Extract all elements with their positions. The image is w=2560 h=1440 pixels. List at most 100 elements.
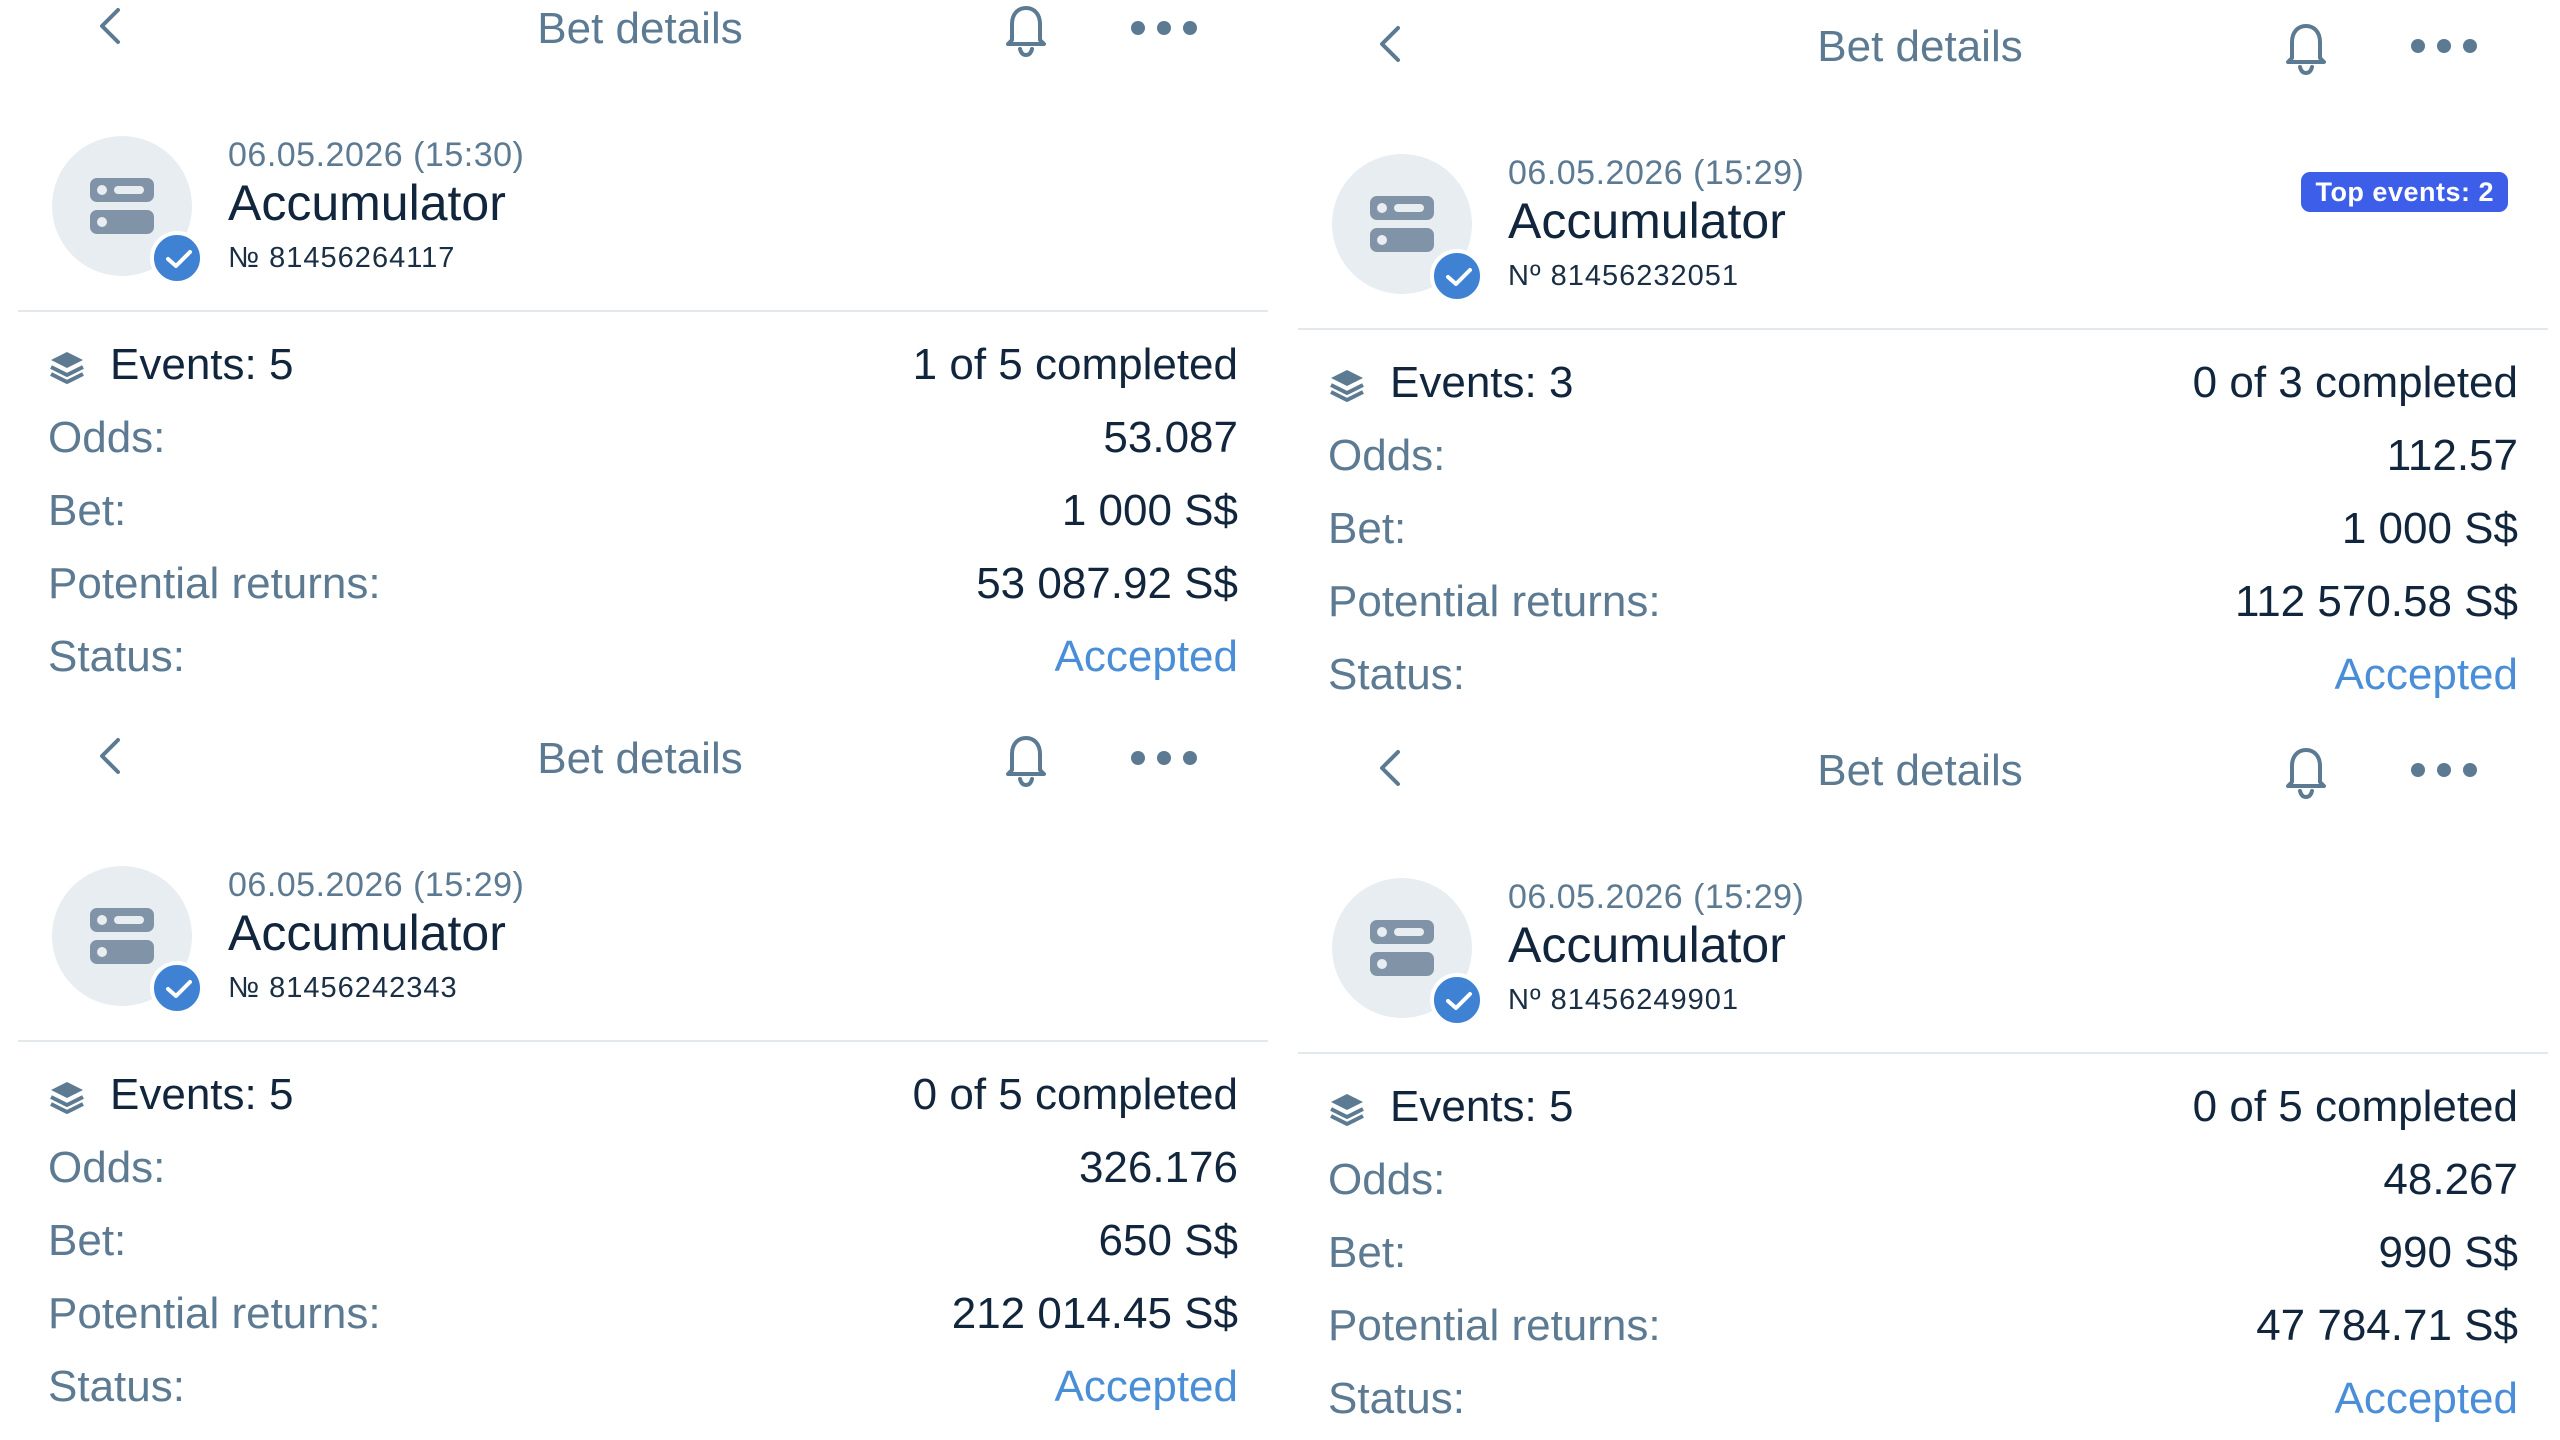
top-events-badge: Top events: 2: [2301, 172, 2508, 212]
chevron-left-icon[interactable]: [1370, 748, 1410, 788]
status-row: Status: Accepted: [48, 1362, 1238, 1422]
page-title: Bet details: [537, 4, 743, 53]
odds-value: 53.087: [1103, 413, 1238, 462]
bet-label: Bet:: [48, 486, 127, 535]
status-row: Status: Accepted: [1328, 650, 2518, 710]
events-row: Events: 5 1 of 5 completed: [48, 340, 1238, 400]
bet-type: Accumulator: [228, 175, 506, 231]
divider: [1298, 1052, 2548, 1054]
returns-row: Potential returns: 112 570.58 S$: [1328, 577, 2518, 637]
status-value: Accepted: [2334, 1374, 2518, 1423]
returns-label: Potential returns:: [1328, 577, 1661, 626]
returns-label: Potential returns:: [48, 559, 381, 608]
bet-date: 06.05.2026 (15:30): [228, 136, 525, 174]
page-title: Bet details: [1817, 22, 2023, 71]
events-label: Events: 5: [110, 340, 294, 389]
returns-value: 212 014.45 S$: [951, 1289, 1238, 1338]
events-row: Events: 5 0 of 5 completed: [48, 1070, 1238, 1130]
status-label: Status:: [1328, 650, 1465, 699]
bet-details-panel: Bet details 06.05.2026 (15:29) Accumulat…: [1280, 742, 2560, 1440]
chevron-left-icon[interactable]: [90, 736, 130, 776]
bet-details-panel: Bet details 06.05.2026 (15:30) Accumulat…: [0, 0, 1280, 720]
events-label: Events: 5: [1390, 1082, 1574, 1131]
layers-icon: [1330, 1094, 1364, 1126]
bet-details-panel: Bet details 06.05.2026 (15:29) Accumulat…: [0, 730, 1280, 1440]
bet-header: 06.05.2026 (15:29) Accumulator Nº 814562…: [1280, 148, 2560, 328]
events-label: Events: 5: [110, 1070, 294, 1119]
layers-icon: [1330, 370, 1364, 402]
returns-row: Potential returns: 53 087.92 S$: [48, 559, 1238, 619]
more-icon[interactable]: [1130, 18, 1198, 38]
bet-details-panel: Bet details 06.05.2026 (15:29) Accumulat…: [1280, 18, 2560, 738]
check-icon: [150, 961, 204, 1015]
bell-icon[interactable]: [2278, 742, 2334, 800]
more-icon[interactable]: [2410, 760, 2478, 780]
bet-value: 650 S$: [1098, 1216, 1238, 1265]
bell-icon[interactable]: [998, 0, 1054, 58]
bet-header: 06.05.2026 (15:29) Accumulator Nº 814562…: [1280, 872, 2560, 1052]
status-label: Status:: [1328, 1374, 1465, 1423]
odds-row: Odds: 326.176: [48, 1143, 1238, 1203]
bell-icon[interactable]: [2278, 18, 2334, 76]
top-bar: Bet details: [1280, 18, 2560, 88]
status-row: Status: Accepted: [1328, 1374, 2518, 1434]
bet-row: Bet: 650 S$: [48, 1216, 1238, 1276]
bet-type: Accumulator: [1508, 917, 1786, 973]
more-icon[interactable]: [1130, 748, 1198, 768]
odds-value: 326.176: [1078, 1143, 1238, 1192]
odds-label: Odds:: [48, 1143, 166, 1192]
odds-value: 112.57: [2386, 431, 2518, 480]
events-progress: 0 of 3 completed: [2192, 358, 2518, 407]
status-value: Accepted: [1054, 1362, 1238, 1411]
check-icon: [1430, 973, 1484, 1027]
returns-row: Potential returns: 47 784.71 S$: [1328, 1301, 2518, 1361]
bet-label: Bet:: [1328, 504, 1407, 553]
returns-value: 53 087.92 S$: [976, 559, 1238, 608]
bet-value: 990 S$: [2378, 1228, 2518, 1277]
bet-date: 06.05.2026 (15:29): [1508, 154, 1805, 192]
divider: [18, 1040, 1268, 1042]
status-value: Accepted: [1054, 632, 1238, 681]
odds-row: Odds: 112.57: [1328, 431, 2518, 491]
bet-row: Bet: 1 000 S$: [1328, 504, 2518, 564]
events-row: Events: 3 0 of 3 completed: [1328, 358, 2518, 418]
bet-number: Nº 81456249901: [1508, 984, 1740, 1016]
events-label: Events: 3: [1390, 358, 1574, 407]
divider: [18, 310, 1268, 312]
status-label: Status:: [48, 632, 185, 681]
status-row: Status: Accepted: [48, 632, 1238, 692]
bell-icon[interactable]: [998, 730, 1054, 788]
returns-row: Potential returns: 212 014.45 S$: [48, 1289, 1238, 1349]
bet-label: Bet:: [1328, 1228, 1407, 1277]
events-row: Events: 5 0 of 5 completed: [1328, 1082, 2518, 1142]
page-title: Bet details: [1817, 746, 2023, 795]
top-bar: Bet details: [0, 0, 1280, 70]
bet-header: 06.05.2026 (15:30) Accumulator № 8145626…: [0, 130, 1280, 310]
chevron-left-icon[interactable]: [90, 6, 130, 46]
bet-number: № 81456264117: [228, 242, 456, 274]
bet-type: Accumulator: [228, 905, 506, 961]
events-progress: 1 of 5 completed: [912, 340, 1238, 389]
top-bar: Bet details: [1280, 742, 2560, 812]
coupon-icon: [90, 178, 154, 234]
odds-label: Odds:: [48, 413, 166, 462]
chevron-left-icon[interactable]: [1370, 24, 1410, 64]
returns-label: Potential returns:: [48, 1289, 381, 1338]
divider: [1298, 328, 2548, 330]
odds-row: Odds: 48.267: [1328, 1155, 2518, 1215]
bet-type: Accumulator: [1508, 193, 1786, 249]
returns-label: Potential returns:: [1328, 1301, 1661, 1350]
odds-label: Odds:: [1328, 431, 1446, 480]
layers-icon: [50, 1082, 84, 1114]
coupon-icon: [90, 908, 154, 964]
bet-header: 06.05.2026 (15:29) Accumulator № 8145624…: [0, 860, 1280, 1040]
returns-value: 112 570.58 S$: [2235, 577, 2518, 626]
check-icon: [150, 231, 204, 285]
odds-label: Odds:: [1328, 1155, 1446, 1204]
odds-row: Odds: 53.087: [48, 413, 1238, 473]
bet-row: Bet: 1 000 S$: [48, 486, 1238, 546]
more-icon[interactable]: [2410, 36, 2478, 56]
returns-value: 47 784.71 S$: [2256, 1301, 2518, 1350]
bet-value: 1 000 S$: [2341, 504, 2518, 553]
bet-label: Bet:: [48, 1216, 127, 1265]
